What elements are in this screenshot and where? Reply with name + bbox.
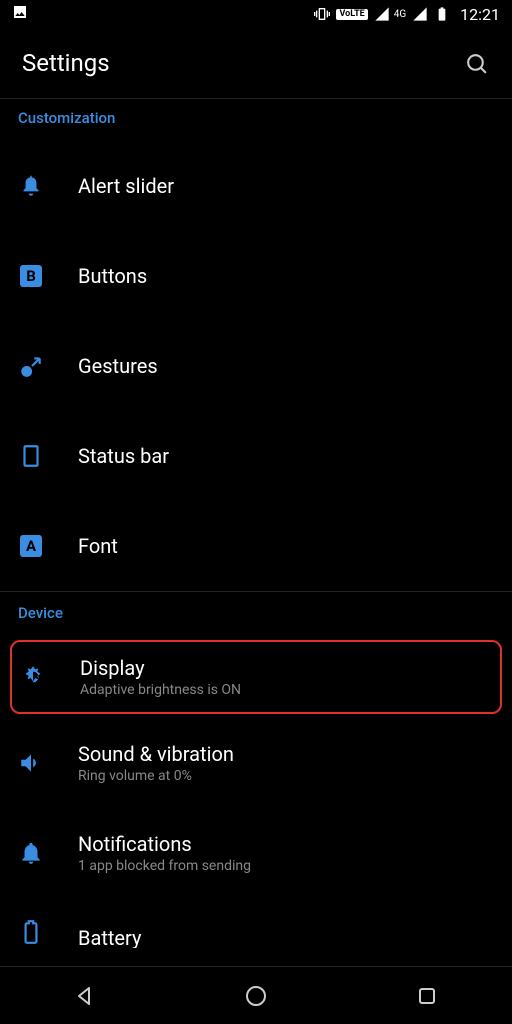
battery-icon: [18, 919, 44, 945]
status-bar: VoLTE 4G 12:21: [0, 0, 512, 28]
font-icon: A: [18, 533, 44, 559]
item-sound-vibration[interactable]: Sound & vibration Ring volume at 0%: [0, 718, 512, 808]
vibrate-icon: [314, 6, 330, 22]
item-gestures[interactable]: Gestures: [0, 321, 512, 411]
item-title: Font: [78, 534, 494, 558]
signal-icon-2: [412, 6, 428, 22]
home-icon: [244, 984, 268, 1008]
item-status-bar[interactable]: Status bar: [0, 411, 512, 501]
network-label: 4G: [394, 9, 406, 20]
section-header-customization: Customization: [0, 99, 512, 141]
display-icon: [20, 664, 46, 690]
item-title: Status bar: [78, 444, 494, 468]
image-notification-icon: [12, 4, 28, 20]
item-buttons[interactable]: B Buttons: [0, 231, 512, 321]
sound-icon: [18, 750, 44, 776]
battery-icon: [434, 6, 450, 22]
highlight-box: Display Adaptive brightness is ON: [10, 640, 502, 714]
item-title: Alert slider: [78, 174, 494, 198]
item-font[interactable]: A Font: [0, 501, 512, 591]
search-button[interactable]: [462, 49, 490, 77]
recents-button[interactable]: [412, 981, 442, 1011]
item-display[interactable]: Display Adaptive brightness is ON: [20, 656, 490, 698]
item-title: Sound & vibration: [78, 742, 494, 766]
home-button[interactable]: [241, 981, 271, 1011]
item-notifications[interactable]: Notifications 1 app blocked from sending: [0, 808, 512, 898]
item-alert-slider[interactable]: Alert slider: [0, 141, 512, 231]
back-icon: [73, 984, 97, 1008]
alert-slider-icon: [18, 173, 44, 199]
page-title: Settings: [22, 49, 110, 77]
item-subtitle: Adaptive brightness is ON: [80, 682, 490, 698]
item-battery[interactable]: Battery: [0, 898, 512, 948]
settings-list[interactable]: Customization Alert slider B Buttons Ges…: [0, 98, 512, 966]
item-title: Buttons: [78, 264, 494, 288]
recents-icon: [415, 984, 439, 1008]
signal-icon-1: [374, 6, 390, 22]
section-header-device: Device: [0, 592, 512, 636]
notifications-icon: [18, 840, 44, 866]
item-title: Gestures: [78, 354, 494, 378]
back-button[interactable]: [70, 981, 100, 1011]
navigation-bar: [0, 966, 512, 1024]
volte-badge: VoLTE: [336, 9, 367, 20]
item-subtitle: Ring volume at 0%: [78, 768, 494, 784]
clock: 12:21: [460, 5, 500, 24]
item-title: Battery: [78, 926, 494, 948]
gestures-icon: [18, 353, 44, 379]
search-icon: [464, 51, 489, 76]
item-title: Notifications: [78, 832, 494, 856]
item-title: Display: [80, 656, 490, 680]
status-bar-icon: [18, 443, 44, 469]
item-subtitle: 1 app blocked from sending: [78, 858, 494, 874]
app-bar: Settings: [0, 28, 512, 98]
buttons-icon: B: [18, 263, 44, 289]
